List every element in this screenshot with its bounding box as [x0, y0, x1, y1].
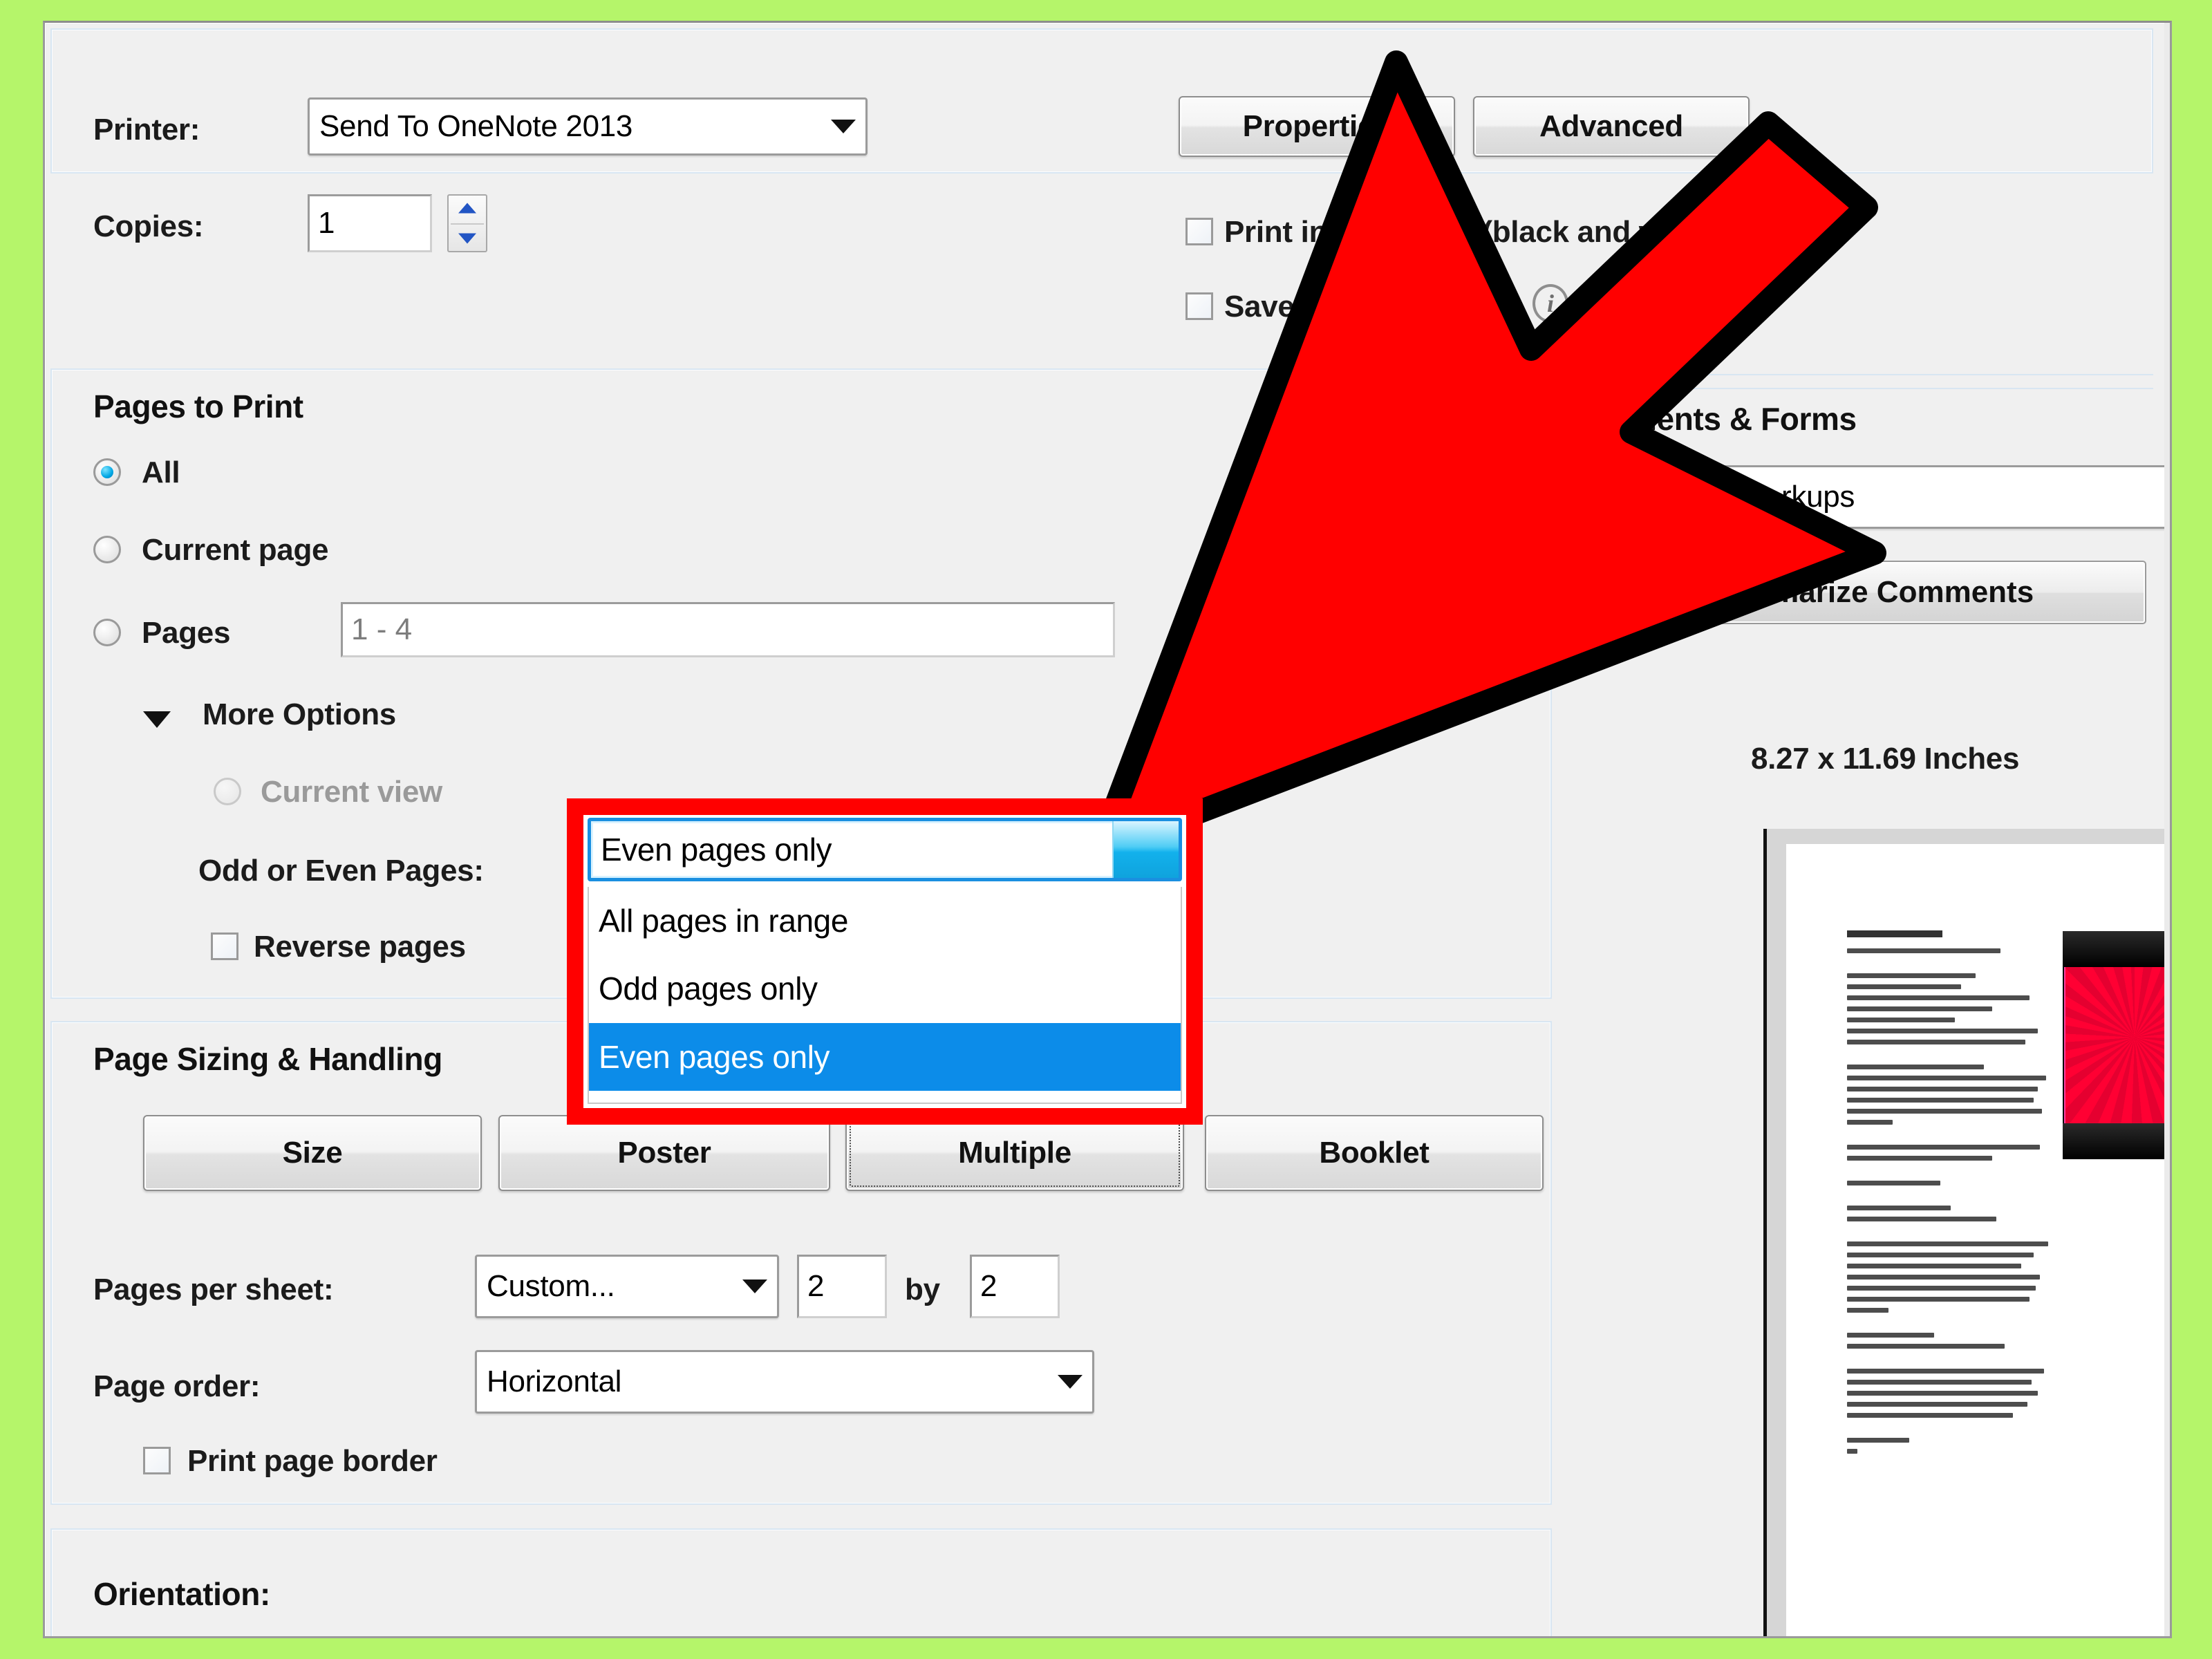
multiple-button[interactable]: Multiple — [845, 1115, 1184, 1191]
odd-even-dropdown-field[interactable]: Even pages only — [588, 818, 1182, 881]
print-dialog: Printer: Send To OneNote 2013 Properties… — [43, 21, 2172, 1638]
comments-and-forms-combo[interactable]: Document and Markups — [1524, 465, 2167, 529]
comments-and-forms-title: Comments & Forms — [1559, 401, 1857, 437]
save-ink-label: Save ink/toner — [1224, 290, 1430, 324]
odd-even-dropdown-list[interactable]: All pages in range Odd pages only Even p… — [588, 887, 1182, 1104]
copies-input[interactable]: 1 — [308, 194, 432, 252]
print-grayscale-label: Print in grayscale (black and white) — [1224, 215, 1726, 249]
stepper-divider — [451, 223, 484, 225]
preview-image-block — [2063, 931, 2170, 1159]
radio-current-view[interactable] — [214, 778, 241, 805]
custom-cols-value: 2 — [807, 1269, 825, 1303]
print-grayscale-checkbox[interactable] — [1185, 218, 1213, 245]
save-ink-checkbox[interactable] — [1185, 292, 1213, 320]
page-order-value: Horizontal — [487, 1365, 622, 1398]
by-label: by — [905, 1273, 940, 1306]
radio-pages[interactable] — [93, 619, 121, 646]
properties-button[interactable]: Properties — [1179, 96, 1455, 157]
summarize-comments-button[interactable]: Summarize Comments — [1593, 561, 2146, 624]
copies-value: 1 — [318, 206, 335, 240]
custom-rows-value: 2 — [980, 1269, 997, 1303]
print-page-border-checkbox[interactable] — [143, 1447, 171, 1474]
page-sizing-title: Page Sizing & Handling — [93, 1041, 442, 1077]
chevron-down-icon — [1058, 1375, 1082, 1389]
radio-current-view-label: Current view — [261, 775, 442, 809]
print-page-border-label: Print page border — [187, 1444, 438, 1478]
odd-even-dropdown-callout: Even pages only All pages in range Odd p… — [567, 798, 1203, 1125]
radio-all[interactable] — [93, 458, 121, 486]
radio-current-page-label: Current page — [142, 533, 329, 567]
pages-per-sheet-label: Pages per sheet: — [93, 1273, 334, 1306]
print-preview[interactable] — [1763, 829, 2170, 1636]
dropdown-option-even-pages-only[interactable]: Even pages only — [589, 1022, 1181, 1091]
dropdown-toggle-icon[interactable] — [1112, 821, 1179, 878]
radio-all-label: All — [142, 456, 180, 489]
printer-value: Send To OneNote 2013 — [319, 109, 633, 143]
custom-cols-input[interactable]: 2 — [797, 1255, 887, 1318]
pages-per-sheet-combo[interactable]: Custom... — [475, 1255, 779, 1318]
more-options-label[interactable]: More Options — [203, 697, 396, 732]
custom-rows-input[interactable]: 2 — [970, 1255, 1060, 1318]
info-icon[interactable]: i — [1533, 284, 1568, 323]
printer-combo[interactable]: Send To OneNote 2013 — [308, 97, 868, 156]
reverse-pages-checkbox[interactable] — [211, 932, 238, 960]
radio-pages-label: Pages — [142, 616, 231, 650]
size-button[interactable]: Size — [143, 1115, 482, 1191]
copies-label: Copies: — [93, 209, 204, 243]
dropdown-option-all-pages-in-range[interactable]: All pages in range — [589, 887, 1181, 955]
stepper-up-icon[interactable] — [458, 203, 476, 214]
copies-stepper[interactable] — [447, 194, 487, 252]
preview-text-block — [1847, 930, 2054, 1460]
page-order-combo[interactable]: Horizontal — [475, 1350, 1094, 1414]
pages-range-value: 1 - 4 — [351, 612, 413, 646]
poster-button[interactable]: Poster — [498, 1115, 830, 1191]
more-options-disclosure-icon[interactable] — [143, 711, 171, 728]
odd-even-pages-label: Odd or Even Pages: — [198, 854, 484, 888]
radio-current-page[interactable] — [93, 536, 121, 563]
printer-label: Printer: — [93, 113, 200, 147]
dialog-scrollbar[interactable] — [2164, 23, 2170, 1636]
preview-page — [1786, 844, 2170, 1636]
comments-group-rule-2 — [1600, 388, 2153, 389]
chevron-down-icon — [742, 1280, 767, 1293]
booklet-button[interactable]: Booklet — [1205, 1115, 1544, 1191]
pages-per-sheet-value: Custom... — [487, 1269, 615, 1303]
page-order-label: Page order: — [93, 1369, 261, 1403]
chevron-down-icon — [831, 120, 856, 133]
odd-even-selected-value: Even pages only — [601, 832, 832, 868]
reverse-pages-label: Reverse pages — [254, 930, 466, 964]
pages-to-print-title: Pages to Print — [93, 388, 303, 424]
comments-group-top-rule — [1600, 374, 2153, 375]
orientation-title: Orientation: — [93, 1576, 270, 1612]
orientation-group — [50, 1528, 1552, 1636]
advanced-button[interactable]: Advanced — [1473, 96, 1750, 157]
pages-range-input[interactable]: 1 - 4 — [341, 602, 1115, 657]
dropdown-option-odd-pages-only[interactable]: Odd pages only — [589, 955, 1181, 1022]
paper-size-label: 8.27 x 11.69 Inches — [1751, 742, 2020, 776]
stepper-down-icon[interactable] — [458, 233, 476, 244]
comments-and-forms-value: Document and Markups — [1536, 480, 1855, 514]
